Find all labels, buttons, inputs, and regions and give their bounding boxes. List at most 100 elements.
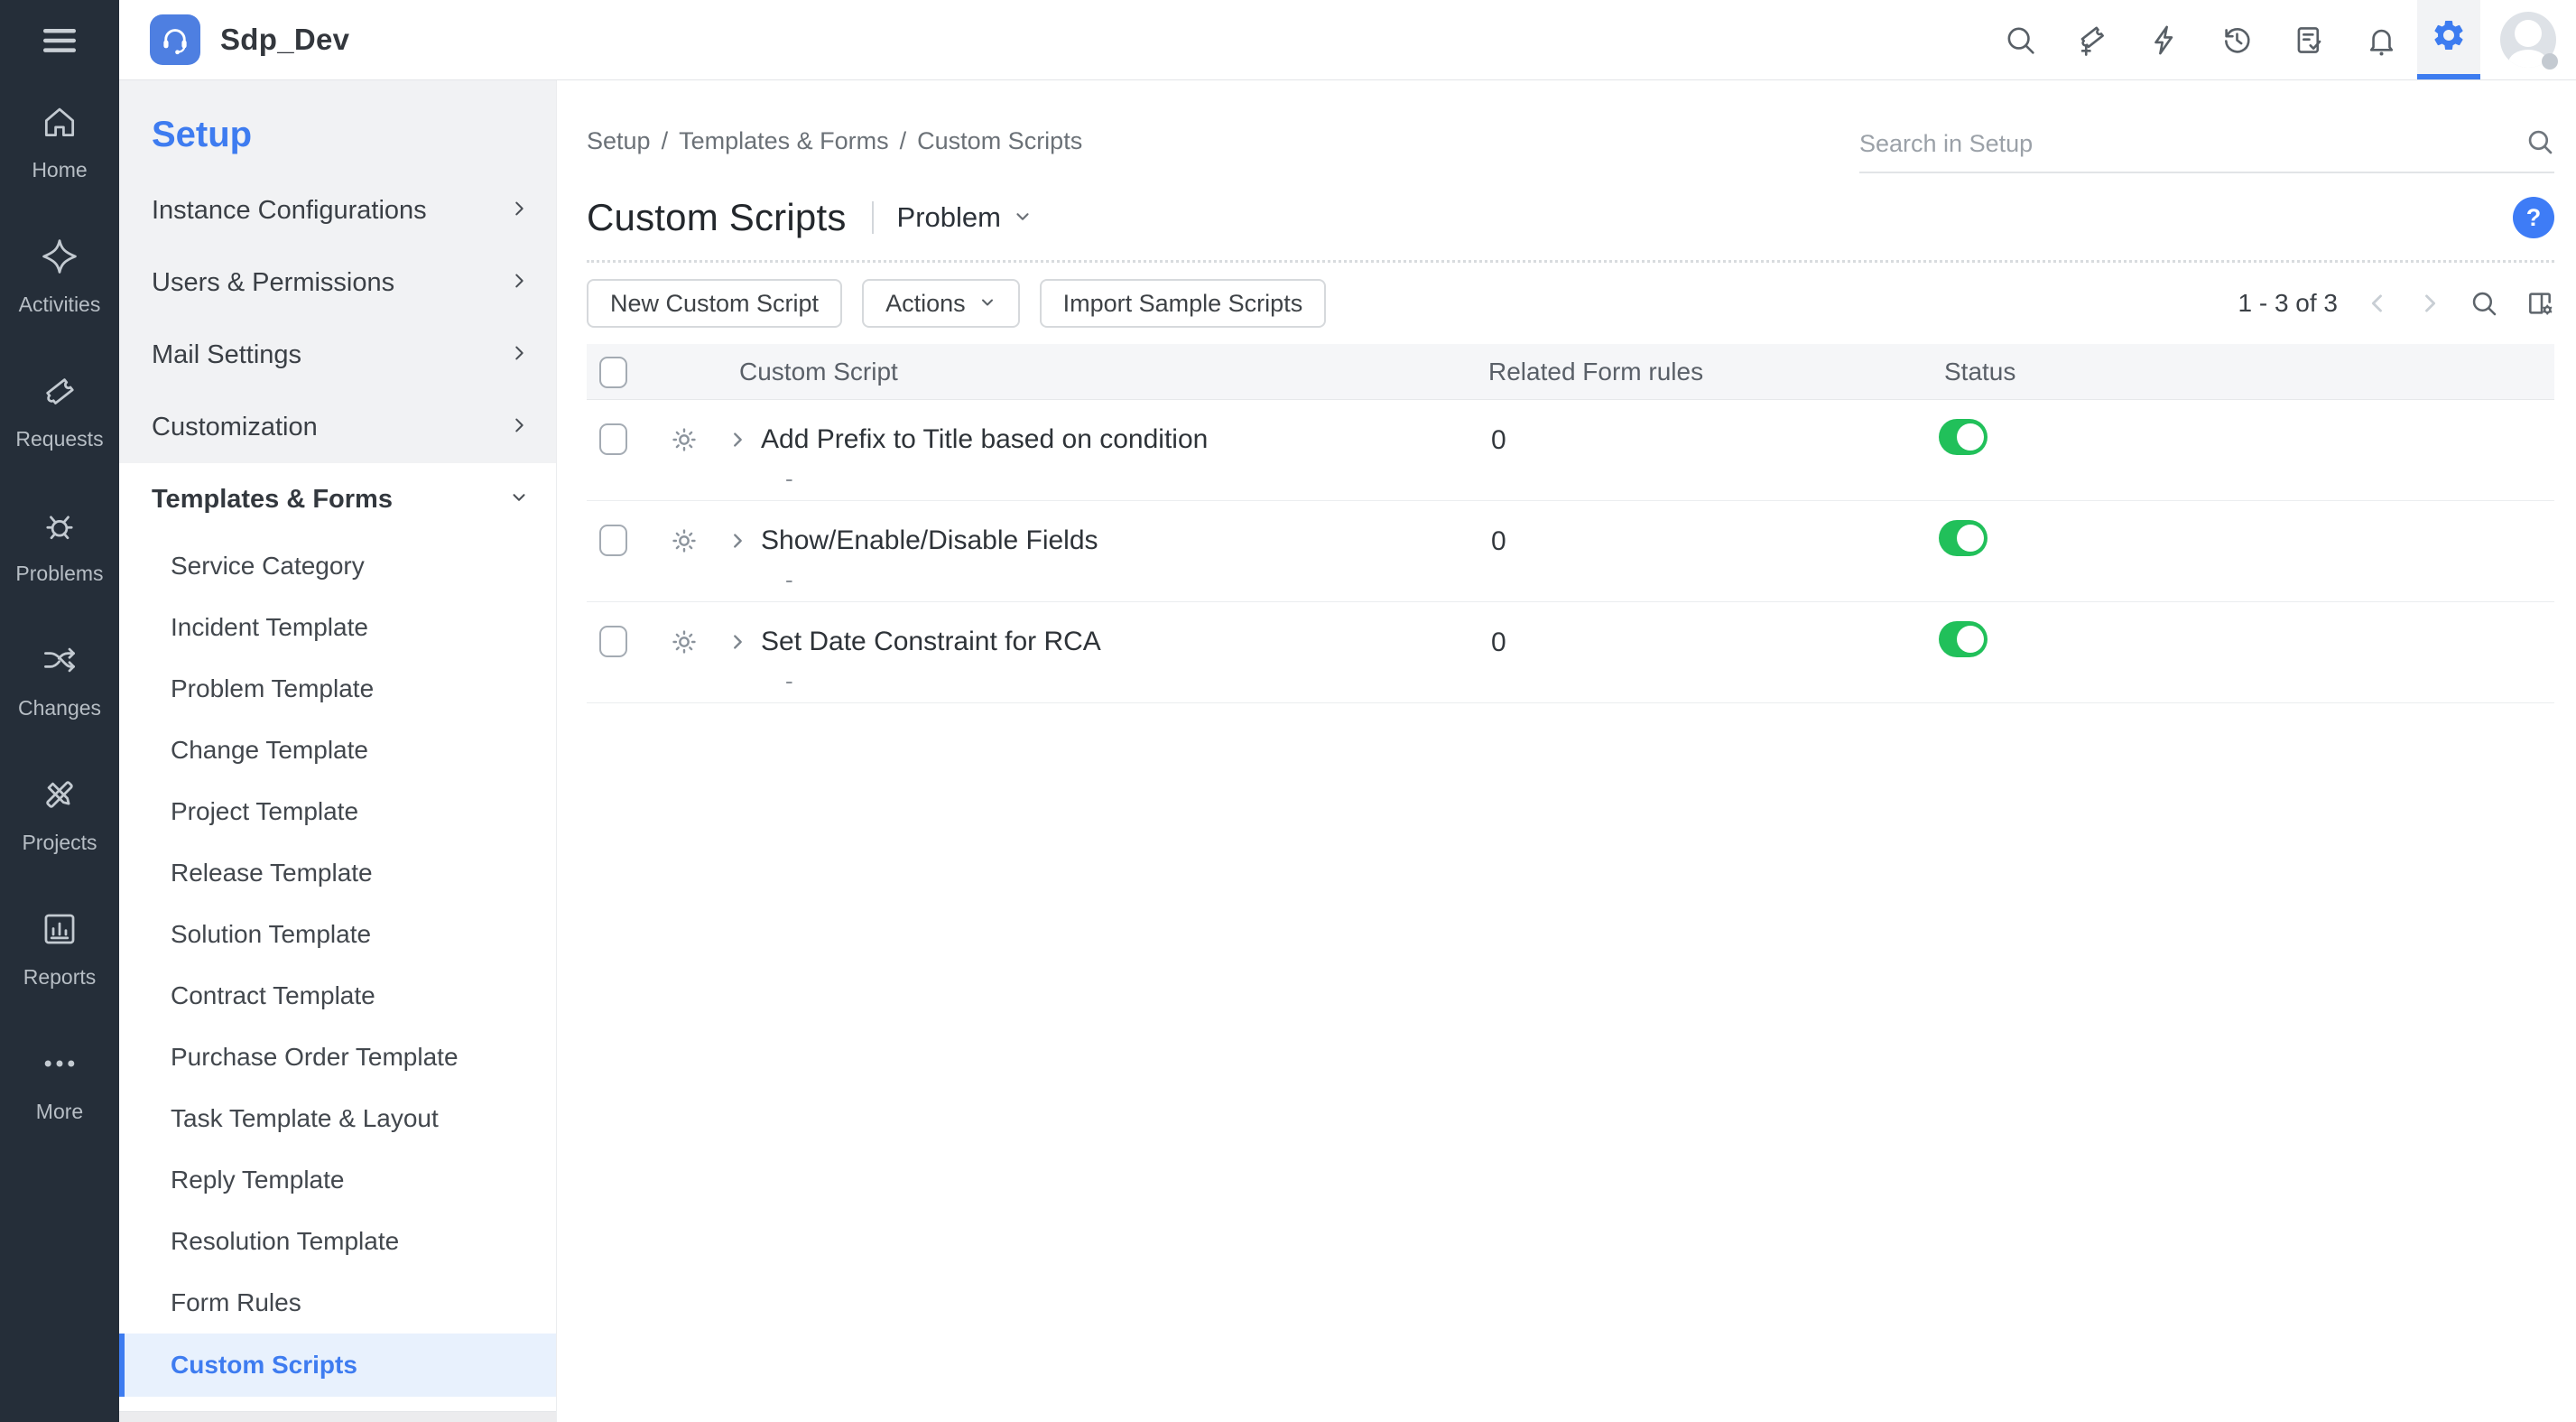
rail-item-activities[interactable]: Activities: [19, 237, 101, 317]
script-description: -: [785, 667, 793, 695]
table-header: Custom Script Related Form rules Status: [587, 344, 2554, 400]
chevron-right-icon: [509, 268, 529, 298]
search-icon[interactable]: [2525, 127, 2554, 161]
sidebar-scrollbar-track[interactable]: [119, 1411, 556, 1422]
row-gear-icon[interactable]: [669, 525, 700, 556]
chevron-down-icon: [1013, 201, 1033, 234]
templates-forms-group: Templates & Forms Service Category Incid…: [119, 463, 556, 1422]
new-custom-script-button[interactable]: New Custom Script: [587, 279, 842, 328]
next-page-icon[interactable]: [2417, 291, 2442, 316]
sidebar-item-mail-settings[interactable]: Mail Settings: [119, 319, 556, 391]
sidebar-item-resolution-template[interactable]: Resolution Template: [119, 1211, 556, 1272]
script-name[interactable]: Add Prefix to Title based on condition: [761, 424, 1208, 455]
table-row: Add Prefix to Title based on condition -…: [587, 400, 2554, 501]
rail-item-reports[interactable]: Reports: [23, 909, 97, 990]
breadcrumb-templates-forms[interactable]: Templates & Forms: [679, 127, 889, 155]
help-button[interactable]: ?: [2513, 197, 2554, 238]
setup-search-input[interactable]: [1859, 130, 2525, 158]
chevron-right-icon: [509, 340, 529, 370]
breadcrumb-separator: /: [662, 127, 669, 155]
approvals-icon[interactable]: [2273, 23, 2345, 57]
sidebar-item-release-template[interactable]: Release Template: [119, 842, 556, 904]
row-expand-chevron-icon[interactable]: [727, 531, 747, 551]
sidebar-item-purchase-order-template[interactable]: Purchase Order Template: [119, 1027, 556, 1088]
sidebar-item-label: Mail Settings: [152, 340, 301, 370]
rail-item-more[interactable]: More: [36, 1044, 83, 1124]
user-menu[interactable]: [2480, 12, 2576, 68]
sidebar-item-problem-template[interactable]: Problem Template: [119, 658, 556, 720]
hamburger-menu-icon[interactable]: [0, 0, 119, 80]
sidebar-item-custom-scripts-selected[interactable]: Custom Scripts: [119, 1334, 556, 1397]
column-header-status: Status: [1944, 358, 2015, 386]
breadcrumb-setup[interactable]: Setup: [587, 127, 651, 155]
page-title: Custom Scripts: [587, 195, 847, 240]
sidebar-item-instance-configurations[interactable]: Instance Configurations: [119, 174, 556, 246]
list-search-icon[interactable]: [2469, 289, 2498, 318]
toggle-knob: [1957, 423, 1984, 451]
sidebar-item-templates-forms[interactable]: Templates & Forms: [119, 463, 556, 535]
topbar-actions: [1984, 0, 2576, 79]
breadcrumb-separator: /: [900, 127, 907, 155]
sidebar-item-form-rules[interactable]: Form Rules: [119, 1272, 556, 1334]
button-label: New Custom Script: [610, 290, 819, 318]
sidebar-item-solution-template[interactable]: Solution Template: [119, 904, 556, 965]
row-gear-icon[interactable]: [669, 424, 700, 455]
nav-rail: Home Activities Requests Problems Change…: [0, 0, 119, 1422]
rail-item-changes[interactable]: Changes: [18, 640, 101, 720]
row-checkbox[interactable]: [599, 525, 627, 556]
rail-nav: Home Activities Requests Problems Change…: [15, 102, 103, 1124]
status-toggle[interactable]: [1939, 419, 1988, 455]
history-icon[interactable]: [2201, 23, 2273, 57]
script-name[interactable]: Show/Enable/Disable Fields: [761, 525, 1098, 556]
reports-icon: [40, 909, 79, 954]
sidebar-item-contract-template[interactable]: Contract Template: [119, 965, 556, 1027]
sidebar-item-label: Templates & Forms: [152, 485, 393, 515]
sidebar-item-task-template-layout[interactable]: Task Template & Layout: [119, 1088, 556, 1149]
rail-item-projects[interactable]: Projects: [22, 775, 97, 855]
sidebar-item-users-permissions[interactable]: Users & Permissions: [119, 246, 556, 319]
sidebar-item-service-category[interactable]: Service Category: [119, 535, 556, 597]
chevron-right-icon: [509, 196, 529, 226]
rail-item-requests[interactable]: Requests: [15, 371, 103, 451]
script-description: -: [785, 465, 793, 493]
row-gear-icon[interactable]: [669, 627, 700, 657]
global-search-icon[interactable]: [1984, 23, 2056, 57]
script-name[interactable]: Set Date Constraint for RCA: [761, 627, 1101, 657]
row-expand-chevron-icon[interactable]: [727, 632, 747, 652]
sidebar-item-project-template[interactable]: Project Template: [119, 781, 556, 842]
row-checkbox[interactable]: [599, 626, 627, 657]
quick-actions-icon[interactable]: [2128, 23, 2201, 57]
app-window: Home Activities Requests Problems Change…: [0, 0, 2576, 1422]
actions-button[interactable]: Actions: [862, 279, 1020, 328]
section-divider: [587, 260, 2554, 263]
status-toggle[interactable]: [1939, 520, 1988, 556]
templates-forms-children: Service Category Incident Template Probl…: [119, 535, 556, 1397]
pagination-range: 1 - 3 of 3: [2238, 289, 2338, 318]
status-toggle[interactable]: [1939, 621, 1988, 657]
rail-item-label: Requests: [15, 427, 103, 451]
select-all-checkbox[interactable]: [599, 357, 627, 388]
notifications-icon[interactable]: [2345, 23, 2417, 57]
app-logo-headset-icon[interactable]: [150, 14, 200, 65]
related-form-rules-count: 0: [1491, 627, 1506, 658]
row-expand-chevron-icon[interactable]: [727, 430, 747, 450]
rail-item-problems[interactable]: Problems: [15, 506, 103, 586]
column-settings-icon[interactable]: [2525, 289, 2554, 318]
rail-item-home[interactable]: Home: [32, 102, 87, 182]
row-checkbox[interactable]: [599, 423, 627, 455]
sidebar-item-change-template[interactable]: Change Template: [119, 720, 556, 781]
add-request-icon[interactable]: [2056, 23, 2128, 57]
import-sample-scripts-button[interactable]: Import Sample Scripts: [1040, 279, 1327, 328]
sidebar-item-incident-template[interactable]: Incident Template: [119, 597, 556, 658]
table-row: Set Date Constraint for RCA - 0: [587, 602, 2554, 703]
previous-page-icon[interactable]: [2365, 291, 2390, 316]
sidebar-item-customization[interactable]: Customization: [119, 391, 556, 463]
projects-icon: [40, 775, 79, 820]
setup-tab-active[interactable]: [2417, 0, 2480, 79]
module-filter-dropdown[interactable]: Problem: [897, 201, 1033, 234]
breadcrumb-custom-scripts[interactable]: Custom Scripts: [917, 127, 1082, 155]
table-row: Show/Enable/Disable Fields - 0: [587, 501, 2554, 602]
breadcrumb: Setup / Templates & Forms / Custom Scrip…: [587, 127, 1082, 155]
toggle-knob: [1957, 525, 1984, 552]
sidebar-item-reply-template[interactable]: Reply Template: [119, 1149, 556, 1211]
